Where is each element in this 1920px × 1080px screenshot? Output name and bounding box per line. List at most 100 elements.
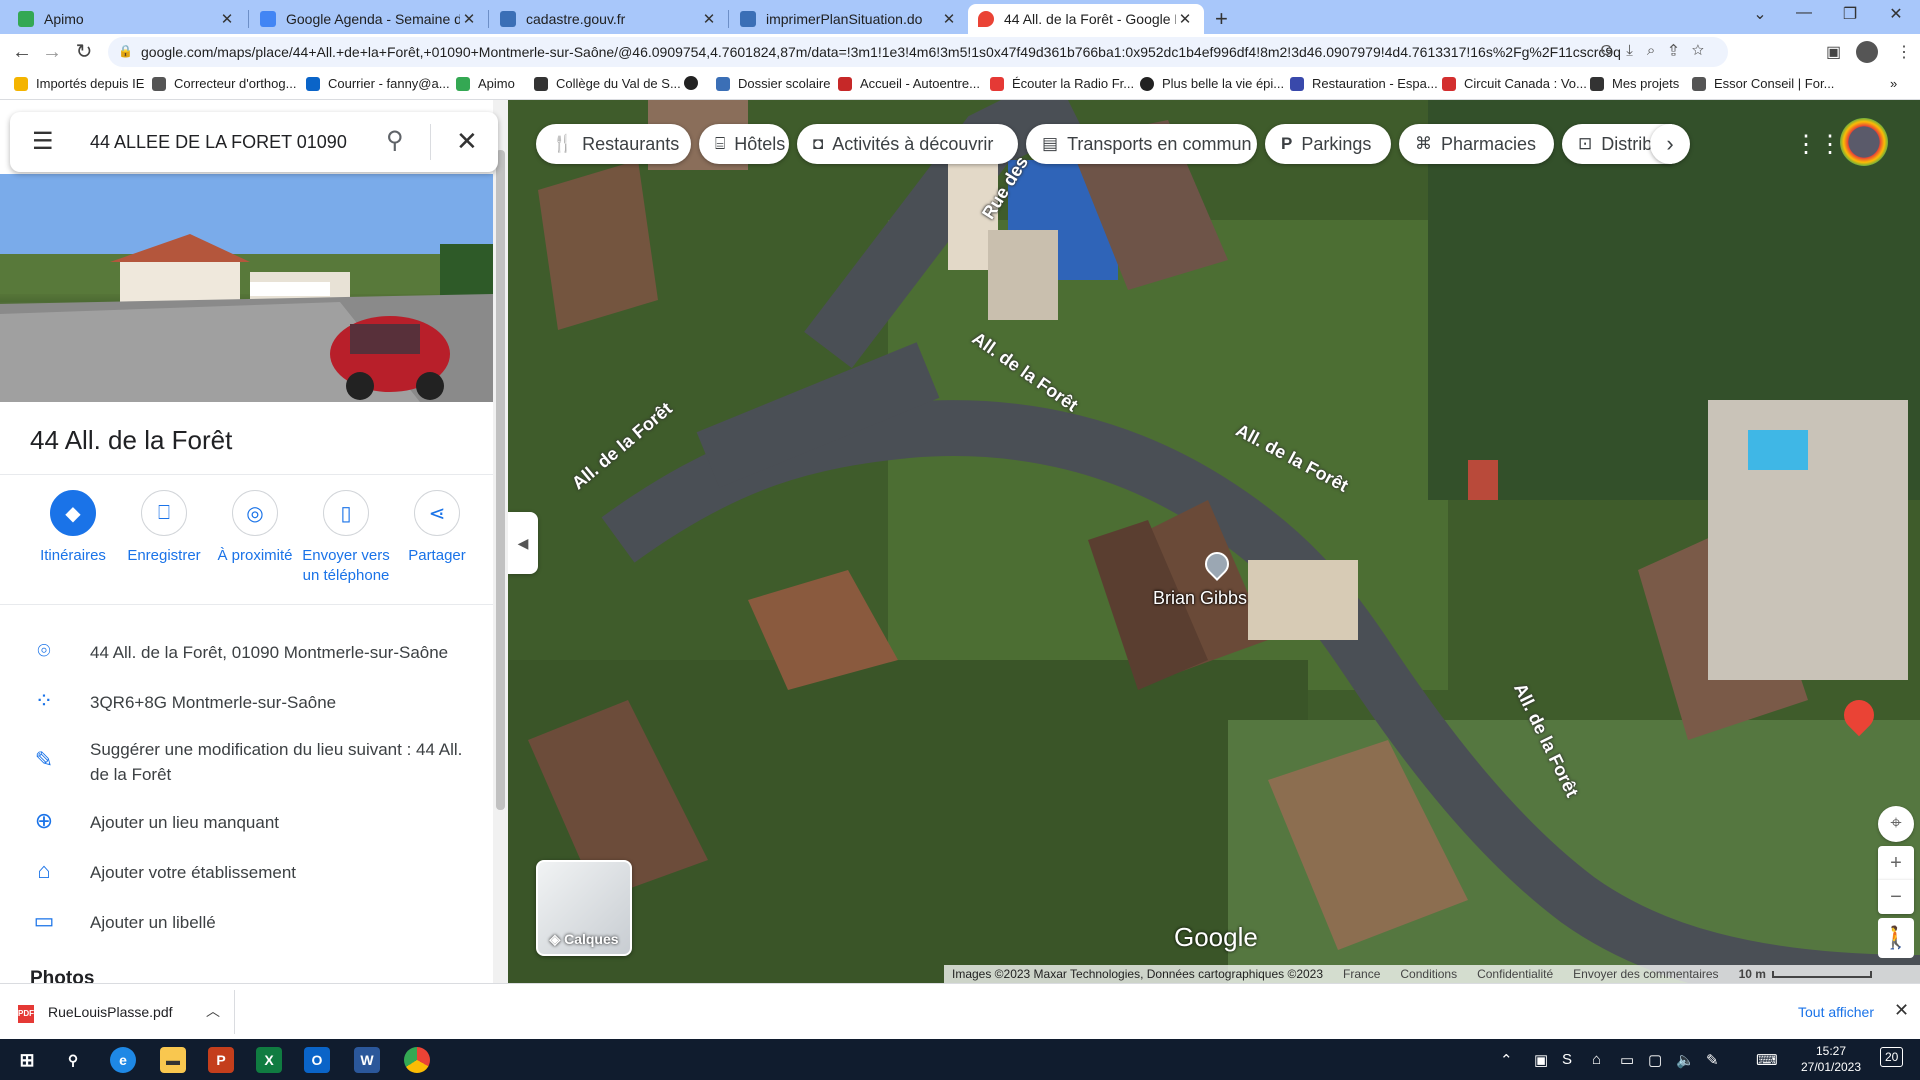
nearby-button[interactable]: ◎ À proximité: [205, 490, 305, 566]
system-clock[interactable]: 15:27 27/01/2023: [1796, 1043, 1866, 1075]
more-menu-icon[interactable]: ⋮: [1896, 42, 1912, 62]
bookmark-item[interactable]: Courrier - fanny@a...: [306, 76, 450, 91]
chip-hotels[interactable]: ⌸ Hôtels: [699, 124, 789, 164]
word-icon[interactable]: W: [354, 1047, 380, 1073]
close-download-bar-icon[interactable]: ✕: [1894, 1000, 1909, 1021]
tray-display-icon[interactable]: ▢: [1648, 1051, 1662, 1069]
tray-app-icon[interactable]: ▣: [1534, 1051, 1548, 1069]
bookmark-item[interactable]: Collège du Val de S...: [534, 76, 681, 91]
bookmark-star-icon[interactable]: ☆: [1692, 42, 1718, 59]
tray-keyboard-icon[interactable]: ⌨: [1756, 1051, 1778, 1069]
notification-center-badge[interactable]: 20: [1880, 1047, 1904, 1067]
edge-icon[interactable]: e: [110, 1047, 136, 1073]
outlook-icon[interactable]: O: [304, 1047, 330, 1073]
tray-volume-icon[interactable]: 🔈: [1676, 1051, 1695, 1069]
chip-activities[interactable]: ◘ Activités à découvrir: [797, 124, 1018, 164]
add-missing-place-row[interactable]: ⊕ Ajouter un lieu manquant: [0, 808, 493, 852]
url-text[interactable]: google.com/maps/place/44+All.+de+la+Forê…: [141, 44, 1621, 60]
bookmark-item[interactable]: Accueil - Autoentre...: [838, 76, 980, 91]
street-view-pegman-icon[interactable]: 🚶: [1878, 918, 1914, 958]
layers-button[interactable]: ◈ Calques: [536, 860, 632, 956]
share-button[interactable]: ⋖ Partager: [387, 490, 487, 566]
restore-icon[interactable]: ❐: [1830, 4, 1870, 24]
chip-pharmacies[interactable]: ⌘ Pharmacies: [1399, 124, 1554, 164]
new-tab-button[interactable]: +: [1215, 6, 1228, 32]
tray-skype-icon[interactable]: S: [1562, 1051, 1572, 1068]
search-input[interactable]: 44 ALLEE DE LA FORET 01090: [90, 132, 360, 153]
chip-parkings[interactable]: P Parkings: [1265, 124, 1391, 164]
close-search-icon[interactable]: ✕: [456, 126, 478, 157]
scale-control[interactable]: 10 m: [1739, 967, 1872, 981]
bookmark-item[interactable]: Circuit Canada : Vo...: [1442, 76, 1587, 91]
address-row[interactable]: ⌾ 44 All. de la Forêt, 01090 Montmerle-s…: [0, 638, 493, 682]
tab-imprimer-plan[interactable]: imprimerPlanSituation.do ✕: [730, 4, 968, 34]
bookmark-item[interactable]: Correcteur d'orthog...: [152, 76, 296, 91]
chip-restaurants[interactable]: 🍴 Restaurants: [536, 124, 691, 164]
chrome-icon[interactable]: [404, 1047, 430, 1073]
feedback-link[interactable]: Envoyer des commentaires: [1573, 967, 1718, 981]
powerpoint-icon[interactable]: P: [208, 1047, 234, 1073]
close-tab-icon[interactable]: ✕: [940, 10, 958, 28]
share-page-icon[interactable]: ⇪: [1669, 42, 1691, 59]
chips-next-button[interactable]: ›: [1650, 124, 1690, 164]
panel-scrollbar[interactable]: [493, 100, 508, 983]
search-icon[interactable]: ⚲: [60, 1047, 86, 1073]
chevron-up-icon[interactable]: ︿: [206, 1001, 220, 1021]
search-icon[interactable]: ⚲: [386, 126, 404, 155]
download-item[interactable]: RueLouisPlasse.pdf: [48, 1004, 173, 1020]
forward-icon[interactable]: →: [40, 40, 64, 64]
lock-icon[interactable]: 🔒: [118, 44, 133, 58]
satellite-map[interactable]: ◀ 🍴 Restaurants ⌸ Hôtels ◘ Activités à déco…: [508, 100, 1920, 983]
install-icon[interactable]: ⤓: [1626, 42, 1647, 59]
close-tab-icon[interactable]: ✕: [460, 10, 478, 28]
tab-apimo[interactable]: Apimo ✕: [8, 4, 246, 34]
google-lens-icon[interactable]: G: [1601, 42, 1627, 59]
account-avatar[interactable]: [1840, 118, 1888, 166]
tab-google-maps[interactable]: 44 All. de la Forêt - Google Maps ✕: [968, 4, 1204, 34]
tray-pen-icon[interactable]: ✎: [1706, 1051, 1719, 1069]
bookmark-item[interactable]: Plus belle la vie épi...: [1140, 76, 1284, 91]
side-panel-icon[interactable]: ▣: [1826, 42, 1841, 62]
tab-search-icon[interactable]: ⌄: [1740, 4, 1780, 24]
file-explorer-icon[interactable]: ▬: [160, 1047, 186, 1073]
tab-google-agenda[interactable]: Google Agenda - Semaine du 30 ✕: [250, 4, 488, 34]
add-label-row[interactable]: ▭ Ajouter un libellé: [0, 908, 493, 952]
bookmark-item[interactable]: Dossier scolaire: [716, 76, 830, 91]
chip-transit[interactable]: ▤ Transports en commun: [1026, 124, 1257, 164]
bookmark-item[interactable]: Apimo: [456, 76, 515, 91]
plus-code-row[interactable]: ⁘ 3QR6+8G Montmerle-sur-Saône: [0, 688, 493, 732]
zoom-in-button[interactable]: +: [1878, 846, 1914, 880]
country-link[interactable]: France: [1343, 967, 1380, 981]
close-tab-icon[interactable]: ✕: [218, 10, 236, 28]
back-icon[interactable]: ←: [10, 40, 34, 64]
suggest-edit-row[interactable]: ✎ Suggérer une modification du lieu suiv…: [0, 735, 493, 791]
show-all-downloads-link[interactable]: Tout afficher: [1798, 1004, 1874, 1020]
tray-chevron-icon[interactable]: ⌃: [1500, 1051, 1513, 1069]
place-hero-photo[interactable]: [0, 174, 493, 402]
scrollbar-thumb[interactable]: [496, 150, 505, 810]
close-tab-icon[interactable]: ✕: [1176, 10, 1194, 28]
privacy-link[interactable]: Confidentialité: [1477, 967, 1553, 981]
bookmark-item[interactable]: [684, 76, 706, 90]
close-window-icon[interactable]: ✕: [1876, 4, 1916, 24]
collapse-panel-button[interactable]: ◀: [508, 512, 538, 574]
minimize-icon[interactable]: —: [1784, 4, 1824, 22]
bookmark-item[interactable]: Importés depuis IE: [14, 76, 144, 91]
poi-label[interactable]: Brian Gibbs: [1153, 588, 1247, 609]
send-to-phone-button[interactable]: ▯ Envoyer vers un téléphone: [296, 490, 396, 586]
tray-network-icon[interactable]: ⌂: [1592, 1051, 1601, 1068]
address-bar[interactable]: 🔒 google.com/maps/place/44+All.+de+la+Fo…: [108, 37, 1728, 67]
bookmark-item[interactable]: Restauration - Espa...: [1290, 76, 1438, 91]
close-tab-icon[interactable]: ✕: [700, 10, 718, 28]
zoom-out-button[interactable]: −: [1878, 880, 1914, 914]
excel-icon[interactable]: X: [256, 1047, 282, 1073]
bookmark-item[interactable]: Essor Conseil | For...: [1692, 76, 1834, 91]
bookmark-item[interactable]: Écouter la Radio Fr...: [990, 76, 1134, 91]
add-business-row[interactable]: ⌂ Ajouter votre établissement: [0, 858, 493, 902]
tray-battery-icon[interactable]: ▭: [1620, 1051, 1634, 1069]
profile-avatar[interactable]: [1856, 41, 1878, 63]
bookmarks-overflow-icon[interactable]: »: [1890, 76, 1897, 91]
my-location-icon[interactable]: ⌖: [1878, 806, 1914, 842]
save-button[interactable]: ⎕ Enregistrer: [114, 490, 214, 566]
windows-start-icon[interactable]: ⊞: [14, 1047, 40, 1073]
